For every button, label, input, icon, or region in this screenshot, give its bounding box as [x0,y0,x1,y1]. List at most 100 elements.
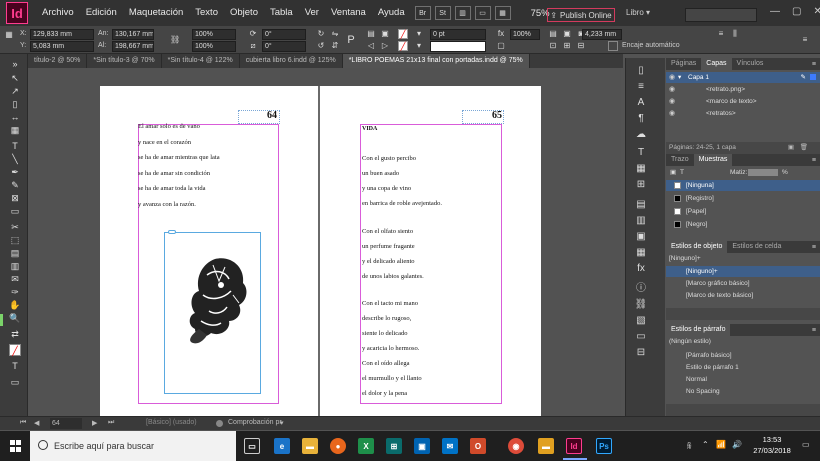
scale-x-field[interactable]: 100% [192,29,236,40]
text-wrap-box-icon[interactable]: ▣ [562,29,572,39]
menu-6[interactable]: Ver [299,0,325,26]
clock[interactable]: 13:53 27/03/2018 [747,434,797,456]
first-page-icon[interactable]: ⏮ [20,419,26,427]
fill-stroke-swap-icon[interactable]: ⇄ [9,328,21,340]
stroke-weight-field[interactable]: 0 pt [430,29,486,40]
panel-tab[interactable]: Muestras [693,154,733,166]
delete-layer-icon[interactable]: 🗑 [800,142,808,154]
rectangle-frame-tool-icon[interactable]: ⊠ [9,192,21,204]
menu-8[interactable]: Ayuda [372,0,411,26]
doc-tab[interactable]: *Sin título-3 @ 70% [87,54,162,68]
stroke-icon[interactable]: ≡ [634,80,648,94]
panel-tab[interactable]: Trazo [666,154,694,166]
free-transform-tool-icon[interactable]: ⬚ [9,234,21,246]
gap-field[interactable]: 4,233 mm [582,29,622,40]
type-tool-icon[interactable]: T [9,140,21,152]
task-view-icon[interactable]: ▭ [244,438,260,454]
bridge-button[interactable]: Br [414,6,431,20]
select-container-icon[interactable]: ▤ [366,29,376,39]
gap-tool-icon[interactable]: ↔ [9,111,21,123]
shear-field[interactable]: 0° [262,41,306,52]
paragraph-style-row[interactable]: Estilo de párrafo 1 [666,362,820,373]
firefox-icon[interactable]: ● [330,438,346,454]
swatch-row[interactable]: [Registro] [666,193,820,204]
stroke-dropdown-icon[interactable]: ▾ [414,41,424,51]
notifications-icon[interactable]: ▭ [802,440,810,449]
gradient-tool-icon[interactable]: ▤ [9,247,21,259]
swatches-icon[interactable]: ▦ [634,246,648,260]
object-style-row[interactable]: [Ninguno]+ [666,266,820,277]
panel-tab[interactable]: Vínculos [732,58,769,70]
effects-panel-icon[interactable]: fx [634,262,648,276]
object-style-row[interactable]: [Marco de texto básico] [666,290,820,301]
distribute-icon[interactable]: ⫼ [730,29,740,39]
office-icon[interactable]: O [470,438,486,454]
fit-frame-icon[interactable]: ⊞ [562,41,572,51]
reference-point-icon[interactable]: ▦ [4,30,14,40]
layer-item-row[interactable]: ◉ <marco de texto> [666,96,820,107]
pencil-tool-icon[interactable]: ✎ [9,179,21,191]
align-panel-icon[interactable]: ⊟ [634,346,648,360]
document-canvas[interactable]: 64 El amar solo es de vano y nace en el c… [28,68,621,416]
cell-styles-icon[interactable]: ▥ [634,214,648,228]
stroke-none-icon[interactable]: ╱ [398,41,408,51]
text-wrap-none-icon[interactable]: ▤ [548,29,558,39]
line-tool-icon[interactable]: ╲ [9,153,21,165]
panel-menu-icon[interactable]: ≡ [812,157,820,164]
eye-icon[interactable]: ◉ [669,72,675,83]
gradient-icon[interactable]: ▭ [634,330,648,344]
volume-icon[interactable]: 🔊 [732,440,742,449]
wrap-icon[interactable]: ▧ [634,314,648,328]
fx-icon[interactable]: fx [496,29,506,39]
panel-menu-icon[interactable]: ≡ [812,327,820,334]
fill-swatch-icon[interactable]: ╱ [9,344,21,356]
object-style-row[interactable]: [Marco gráfico básico] [666,278,820,289]
swatch-row[interactable]: [Ninguna] [666,180,820,191]
windows-start-icon[interactable] [10,440,22,452]
info-icon[interactable]: ⓘ [634,282,648,296]
stroke-type-select[interactable] [430,41,486,52]
glyphs-icon[interactable]: ⊞ [634,178,648,192]
doc-tab[interactable]: título-2 @ 50% [28,54,88,68]
view-mode-icon[interactable]: ▭ [9,376,21,388]
swatch-row[interactable]: [Negro] [666,219,820,230]
close-icon[interactable]: ✕ [813,6,820,17]
flip-v-icon[interactable]: ⇵ [330,41,340,51]
pages-icon[interactable]: ▯ [634,64,648,78]
new-layer-icon[interactable]: ▣ [788,142,794,154]
formatting-icon[interactable]: T [9,360,21,372]
taskbar-search[interactable]: Escribe aquí para buscar [30,431,236,461]
doc-tab[interactable]: *LIBRO POEMAS 21x13 final con portadas.i… [342,54,530,68]
panel-tab[interactable]: Capas [701,58,732,70]
zoom-tool-icon[interactable]: 🔍 [9,312,21,324]
doc-tab[interactable]: cubierta libro 6.indd @ 125% [240,54,343,68]
gradient-feather-icon[interactable]: ▥ [9,260,21,272]
layout-icon[interactable]: ▣ [634,230,648,244]
paragraph-style-row[interactable]: No Spacing [666,386,820,397]
fill-none-icon[interactable]: ╱ [398,29,408,39]
app-icon[interactable]: ⊞ [386,438,402,454]
fill-frame-icon[interactable]: ⊟ [576,41,586,51]
menu-2[interactable]: Maquetación [123,0,189,26]
preflight-dropdown-icon[interactable]: ▾ [280,419,284,427]
excel-icon[interactable]: X [358,438,374,454]
constrain-proportions-icon[interactable]: ⛓ [170,35,180,45]
preflight-label[interactable]: Comprobación pr [228,419,282,426]
tables-icon[interactable]: ▦ [634,162,648,176]
eye-icon[interactable]: ◉ [669,84,675,95]
menu-3[interactable]: Texto [189,0,224,26]
panel-tab[interactable]: Estilos de párrafo [666,324,731,336]
wifi-icon[interactable]: 📶 [716,440,726,449]
paragraph-style-row[interactable]: Normal [666,374,820,385]
rotate-ccw-icon[interactable]: ↺ [316,41,326,51]
scale-y-field[interactable]: 100% [192,41,236,52]
note-tool-icon[interactable]: ✉ [9,273,21,285]
pen-icon[interactable]: ✎ [801,72,806,83]
next-page-icon[interactable]: ▶ [92,419,97,427]
hand-tool-icon[interactable]: ✋ [9,299,21,311]
rectangle-tool-icon[interactable]: ▭ [9,205,21,217]
content-grabber-icon[interactable] [168,230,176,234]
right-page[interactable]: 65 VIDA Con el gusto percibo un buen asad… [320,86,541,416]
panel-tab[interactable]: Estilos de celda [727,241,786,253]
character-icon[interactable]: A [634,96,648,110]
